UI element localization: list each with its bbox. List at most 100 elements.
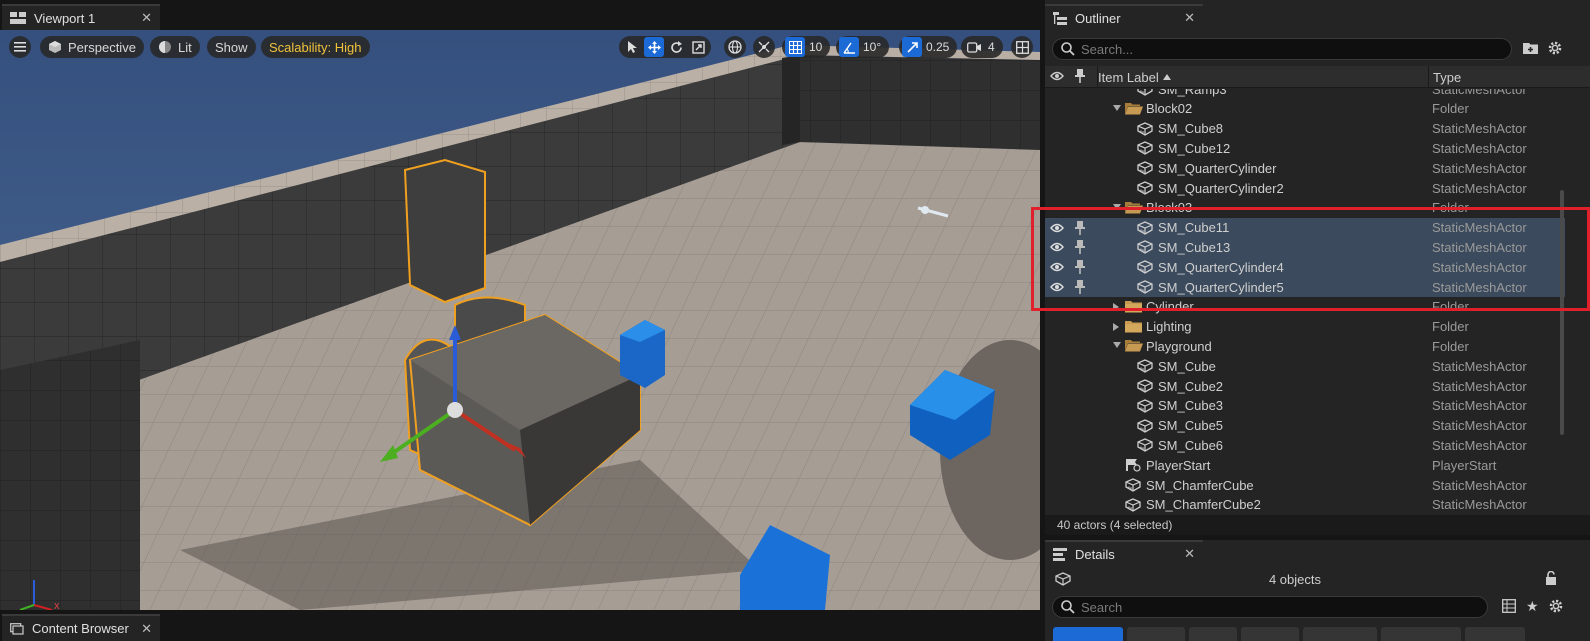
outliner-row-label: SM_ChamferCube2 (1146, 497, 1261, 513)
details-filter-tab[interactable] (1303, 627, 1377, 641)
perspective-button[interactable]: Perspective (40, 36, 144, 58)
scale-snap-icon (906, 41, 918, 53)
rotate-icon (670, 40, 682, 53)
outliner-row[interactable]: SM_Cube5 StaticMeshActor (1045, 416, 1565, 436)
outliner-row-type: StaticMeshActor (1432, 437, 1527, 453)
angle-snap-button[interactable] (839, 37, 859, 57)
content-browser-tab[interactable]: Content Browser ✕ (2, 614, 160, 641)
lit-button[interactable]: Lit (150, 36, 200, 58)
outliner-row-type: StaticMeshActor (1432, 418, 1527, 434)
viewport-icon (10, 12, 26, 24)
outliner-row-type: StaticMeshActor (1432, 160, 1527, 176)
rotate-mode-button[interactable] (666, 37, 686, 57)
pin-column-icon[interactable] (1075, 69, 1085, 83)
translate-mode-button[interactable] (644, 37, 664, 57)
viewport-menu-button[interactable] (9, 36, 31, 58)
cube-icon (49, 41, 61, 53)
item-label-column-header[interactable]: Item Label (1097, 66, 1427, 88)
details-tab[interactable]: Details ✕ (1045, 540, 1203, 566)
angle-snap-group[interactable]: 10° (836, 36, 890, 58)
close-icon[interactable]: ✕ (1184, 546, 1195, 562)
surface-snap-button[interactable] (753, 36, 775, 58)
outliner-row-type: Folder (1432, 101, 1469, 117)
outliner-row[interactable]: SM_Cube8 StaticMeshActor (1045, 119, 1565, 139)
outliner-row-type: StaticMeshActor (1432, 180, 1527, 196)
outliner-row[interactable]: SM_Cube12 StaticMeshActor (1045, 138, 1565, 158)
outliner-row[interactable]: SM_ChamferCube2 StaticMeshActor (1045, 495, 1565, 514)
details-filter-tab[interactable] (1189, 627, 1237, 641)
static-mesh-icon (1137, 438, 1153, 453)
outliner-row[interactable]: SM_Cube StaticMeshActor (1045, 356, 1565, 376)
close-icon[interactable]: ✕ (141, 10, 152, 26)
outliner-tab[interactable]: Outliner ✕ (1045, 4, 1203, 30)
outliner-row-type: StaticMeshActor (1432, 497, 1527, 513)
cursor-icon (628, 40, 637, 53)
outliner-row-type: StaticMeshActor (1432, 378, 1527, 394)
outliner-row[interactable]: PlayerStart PlayerStart (1045, 455, 1565, 475)
outliner-search-placeholder: Search... (1081, 41, 1134, 57)
details-filter-tab-all[interactable] (1053, 627, 1123, 641)
scene-render[interactable] (0, 30, 1040, 610)
outliner-row[interactable]: Block02 Folder (1045, 99, 1565, 119)
details-search-placeholder: Search (1081, 599, 1123, 615)
outliner-row[interactable]: SM_Cube6 StaticMeshActor (1045, 435, 1565, 455)
expand-arrow-right-icon[interactable] (1113, 322, 1119, 331)
static-mesh-icon (1137, 141, 1153, 156)
unlock-icon[interactable] (1545, 571, 1557, 585)
scalability-button[interactable]: Scalability: High (261, 36, 370, 58)
selection-highlight-box (1031, 207, 1590, 311)
close-icon[interactable]: ✕ (1184, 10, 1195, 26)
outliner-search-input[interactable]: Search... (1052, 38, 1512, 60)
expand-arrow-down-icon[interactable] (1113, 342, 1121, 349)
scale-snap-button[interactable] (902, 37, 922, 57)
details-filter-tab[interactable] (1127, 627, 1185, 641)
angle-snap-value: 10° (863, 40, 882, 54)
outliner-status-bar: 40 actors (4 selected) (1045, 515, 1590, 535)
add-folder-icon[interactable] (1523, 41, 1539, 55)
viewport-tab[interactable]: Viewport 1 ✕ (2, 4, 160, 30)
grid-snap-group[interactable]: 10 (782, 36, 831, 58)
outliner-row[interactable]: Playground Folder (1045, 336, 1565, 356)
outliner-row[interactable]: SM_QuarterCylinder2 StaticMeshActor (1045, 178, 1565, 198)
outliner-row-label: SM_Cube5 (1158, 418, 1224, 434)
favorites-star-icon[interactable]: ★ (1526, 598, 1539, 615)
static-mesh-icon (1137, 181, 1153, 195)
viewport-layout-button[interactable] (1011, 36, 1033, 58)
camera-speed-button[interactable] (964, 37, 984, 57)
outliner-row[interactable]: Lighting Folder (1045, 317, 1565, 337)
settings-gear-icon[interactable] (1547, 40, 1563, 56)
details-filter-tab[interactable] (1381, 627, 1461, 641)
expand-arrow-down-icon[interactable] (1113, 104, 1121, 111)
details-search-input[interactable]: Search (1052, 596, 1488, 618)
transform-tools (619, 36, 711, 58)
world-space-button[interactable] (724, 36, 746, 58)
outliner-row[interactable]: SM_Cube2 StaticMeshActor (1045, 376, 1565, 396)
show-button[interactable]: Show (207, 36, 256, 58)
outliner-row-label: SM_Cube6 (1158, 437, 1224, 453)
hamburger-icon (14, 42, 26, 52)
type-column-header[interactable]: Type (1428, 66, 1564, 88)
outliner-row[interactable]: SM_Cube3 StaticMeshActor (1045, 396, 1565, 416)
outliner-icon (1053, 11, 1067, 25)
camera-speed-group[interactable]: 4 (961, 36, 1003, 58)
grid-snap-button[interactable] (785, 37, 805, 57)
level-viewport[interactable]: x Perspective Lit Show Scalability: High (0, 30, 1040, 610)
table-view-icon[interactable] (1502, 599, 1516, 613)
details-tab-label: Details (1075, 546, 1115, 562)
outliner-row[interactable]: SM_QuarterCylinder StaticMeshActor (1045, 158, 1565, 178)
grid-snap-value: 10 (809, 40, 823, 54)
scale-mode-button[interactable] (688, 37, 708, 57)
select-mode-button[interactable] (622, 37, 642, 57)
visibility-column-eye-icon[interactable] (1050, 70, 1064, 82)
surface-snap-icon (758, 41, 770, 53)
outliner-tab-label: Outliner (1075, 10, 1121, 26)
details-filter-tab[interactable] (1241, 627, 1299, 641)
outliner-row[interactable]: SM_Ramp3 StaticMeshActor (1045, 89, 1565, 99)
details-settings-gear-icon[interactable] (1548, 598, 1564, 614)
scale-snap-group[interactable]: 0.25 (899, 36, 958, 58)
outliner-row[interactable]: SM_ChamferCube StaticMeshActor (1045, 475, 1565, 495)
globe-icon (728, 40, 742, 54)
details-filter-tab[interactable] (1465, 627, 1525, 641)
scalability-label: Scalability: High (269, 39, 362, 55)
close-icon[interactable]: ✕ (141, 621, 152, 637)
